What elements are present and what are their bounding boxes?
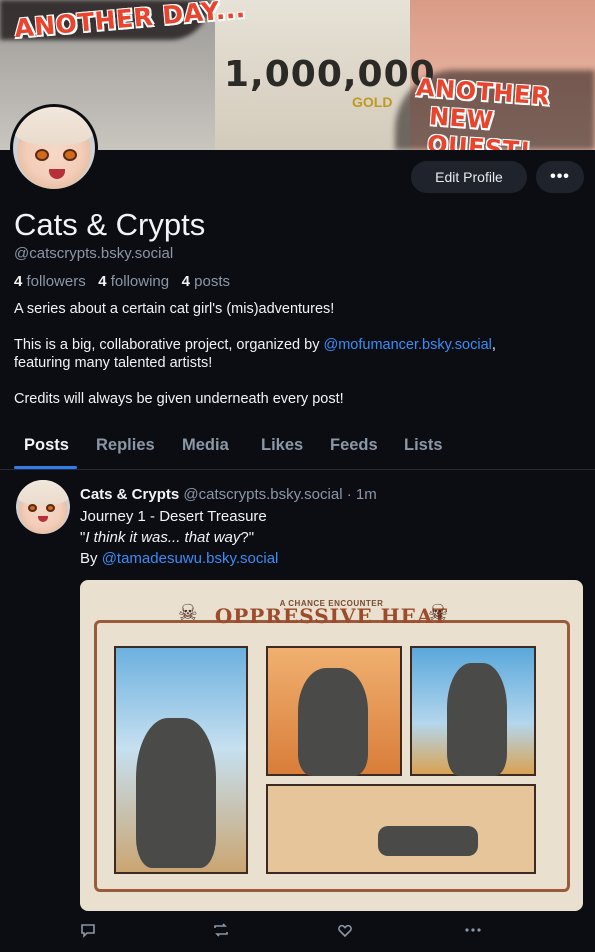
bio-text: , <box>491 337 496 353</box>
repost-button[interactable] <box>212 922 230 943</box>
skull-icon: ☠ <box>428 600 448 625</box>
avatar-hair <box>13 107 95 145</box>
more-options-button[interactable]: ••• <box>536 161 584 193</box>
following-count: 4 <box>98 273 107 290</box>
profile-stats: 4 followers 4 following 4 posts <box>14 273 230 290</box>
avatar-eye <box>46 504 55 512</box>
cat-character <box>447 663 507 776</box>
tab-feeds[interactable]: Feeds <box>330 428 378 455</box>
comic-panel <box>266 784 536 874</box>
skull-icon: ☠ <box>178 600 198 625</box>
followers-label: followers <box>26 273 86 290</box>
bio-text: This is a big, collaborative project, or… <box>14 337 324 353</box>
reply-button[interactable] <box>80 922 96 943</box>
following-stat[interactable]: 4 following <box>98 273 169 290</box>
display-name: Cats & Crypts <box>14 207 206 242</box>
profile-handle: @catscrypts.bsky.social <box>14 245 174 262</box>
bio-line: A series about a certain cat girl's (mis… <box>14 301 335 317</box>
avatar-eye <box>35 149 49 161</box>
post-handle-time[interactable]: @catscrypts.bsky.social · 1m <box>183 486 376 503</box>
post-text-line: "I think it was... that way?" <box>80 529 254 546</box>
active-tab-indicator <box>14 466 77 469</box>
quote-mark: ?" <box>240 529 255 546</box>
artist-mention-link[interactable]: @tamadesuwu.bsky.social <box>102 550 279 567</box>
like-button[interactable] <box>337 922 353 943</box>
post-header: Cats & Crypts @catscrypts.bsky.social · … <box>80 486 377 503</box>
followers-stat[interactable]: 4 followers <box>14 273 86 290</box>
posts-label: posts <box>194 273 230 290</box>
like-icon <box>338 924 352 938</box>
avatar-mouth <box>38 516 48 522</box>
cat-character <box>298 668 368 776</box>
post-author-name[interactable]: Cats & Crypts <box>80 486 179 503</box>
post-author-avatar[interactable] <box>16 480 70 534</box>
tab-media[interactable]: Media <box>182 428 229 455</box>
mention-link[interactable]: @mofumancer.bsky.social <box>324 337 492 353</box>
avatar[interactable] <box>10 104 98 192</box>
avatar-eye <box>63 149 77 161</box>
cat-paw <box>378 826 478 856</box>
avatar-eye <box>28 504 37 512</box>
avatar-hair <box>16 480 70 505</box>
comic-panel <box>114 646 248 874</box>
credit-prefix: By <box>80 550 102 567</box>
posts-stat: 4 posts <box>182 273 230 290</box>
comic-panel <box>410 646 536 776</box>
avatar-mouth <box>49 169 65 179</box>
following-label: following <box>110 273 170 290</box>
profile-bio: A series about a certain cat girl's (mis… <box>14 300 584 426</box>
banner-gold-label: GOLD <box>352 94 393 110</box>
posts-count: 4 <box>181 273 190 290</box>
post-text-line: By @tamadesuwu.bsky.social <box>80 550 278 567</box>
banner-number: 1,000,000 <box>224 54 436 95</box>
post-more-button[interactable] <box>464 922 482 943</box>
followers-count: 4 <box>14 273 23 290</box>
edit-profile-button[interactable]: Edit Profile <box>411 161 527 193</box>
tab-lists[interactable]: Lists <box>404 428 443 455</box>
more-icon <box>465 928 481 932</box>
post-image[interactable]: A CHANCE ENCOUNTER OPPRESSIVE HEAT ☠ ☠ <box>80 580 583 911</box>
post-italic-text: I think it was... that way <box>85 529 241 546</box>
post-text-line: Journey 1 - Desert Treasure <box>80 508 267 525</box>
tab-replies[interactable]: Replies <box>96 428 155 455</box>
bio-paragraph: This is a big, collaborative project, or… <box>14 336 584 372</box>
comic-panel <box>266 646 402 776</box>
bio-text: featuring many talented artists! <box>14 355 213 371</box>
profile-tabs: Posts Replies Media Likes Feeds Lists <box>0 428 595 470</box>
reply-icon <box>81 924 95 938</box>
tab-posts[interactable]: Posts <box>24 428 69 455</box>
repost-icon <box>214 923 228 937</box>
cat-character <box>136 718 216 868</box>
ellipsis-icon: ••• <box>550 168 570 185</box>
tab-likes[interactable]: Likes <box>261 428 303 455</box>
bio-line: Credits will always be given underneath … <box>14 391 344 407</box>
comic-title: OPPRESSIVE HEAT <box>214 604 449 628</box>
